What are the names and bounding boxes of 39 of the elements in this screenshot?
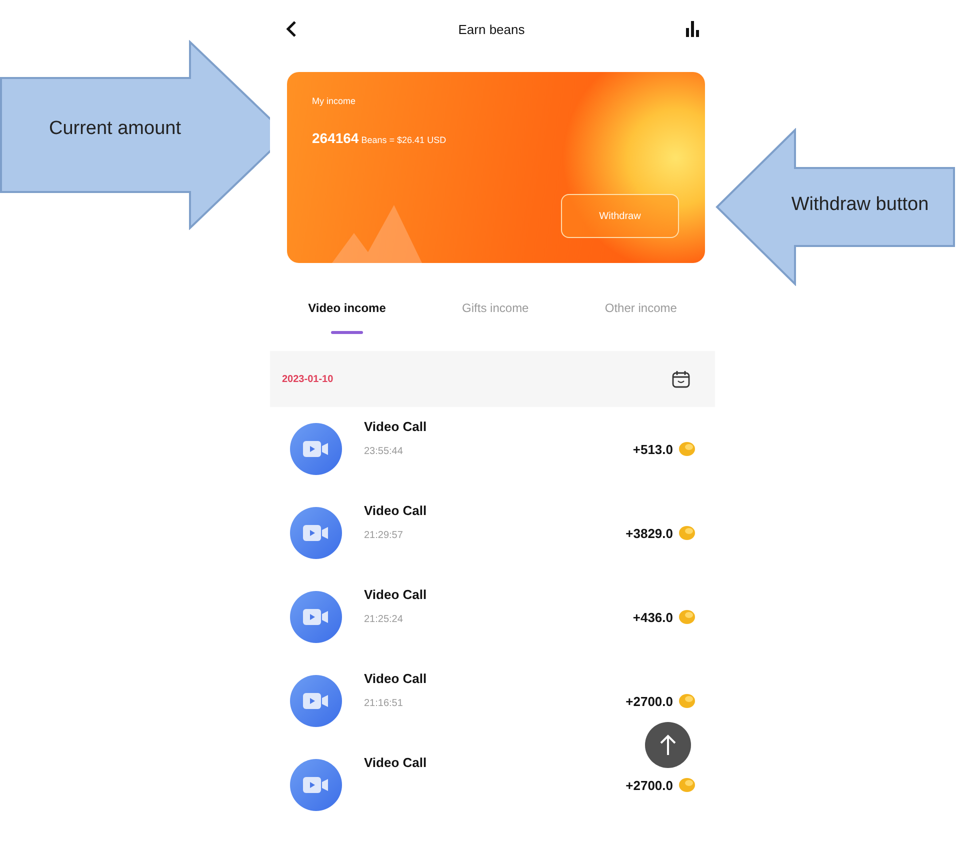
- video-camera-icon: [303, 524, 329, 542]
- page-title: Earn beans: [458, 22, 525, 36]
- record-amount: +3829.0: [626, 526, 673, 540]
- record-amount: +2700.0: [626, 778, 673, 792]
- video-camera-icon: [303, 440, 329, 458]
- record-time: 21:29:57: [364, 530, 404, 541]
- calendar-icon[interactable]: [672, 370, 690, 388]
- record-title: Video Call: [364, 671, 428, 686]
- record-title: Video Call: [364, 419, 428, 434]
- coin-icon: [679, 778, 695, 792]
- income-tab[interactable]: Other income: [596, 291, 685, 337]
- video-camera-icon: [303, 776, 329, 794]
- income-tab[interactable]: Gifts income: [454, 291, 537, 337]
- callout-label: Withdraw button: [790, 194, 930, 216]
- video-camera-icon: [303, 692, 329, 710]
- record-time: 21:16:51: [364, 698, 404, 709]
- coin-icon: [679, 526, 695, 540]
- up-arrow-icon: [659, 734, 677, 756]
- record-title: Video Call: [364, 503, 428, 518]
- coin-icon: [679, 694, 695, 708]
- record-amount: +436.0: [632, 610, 673, 624]
- scroll-to-top-button[interactable]: [645, 722, 691, 768]
- record-title: Video Call: [364, 755, 428, 770]
- coin-icon: [679, 610, 695, 624]
- record-amount: +2700.0: [626, 694, 673, 708]
- record-date: 2023-01-10: [282, 374, 334, 384]
- income-label: My income: [312, 96, 357, 106]
- back-icon[interactable]: [285, 20, 297, 38]
- callout-label: Current amount: [48, 118, 182, 140]
- income-amount: 264164 Beans = $26.41 USD: [312, 130, 448, 146]
- record-amount: +513.0: [632, 442, 673, 456]
- income-tab[interactable]: Video income: [300, 291, 394, 337]
- record-title: Video Call: [364, 587, 428, 602]
- coin-icon: [679, 442, 695, 456]
- video-camera-icon: [303, 608, 329, 626]
- bar-chart-icon[interactable]: [686, 21, 700, 37]
- record-time: 21:25:24: [364, 614, 404, 625]
- withdraw-button[interactable]: Withdraw: [561, 194, 679, 238]
- record-time: 23:55:44: [364, 446, 404, 457]
